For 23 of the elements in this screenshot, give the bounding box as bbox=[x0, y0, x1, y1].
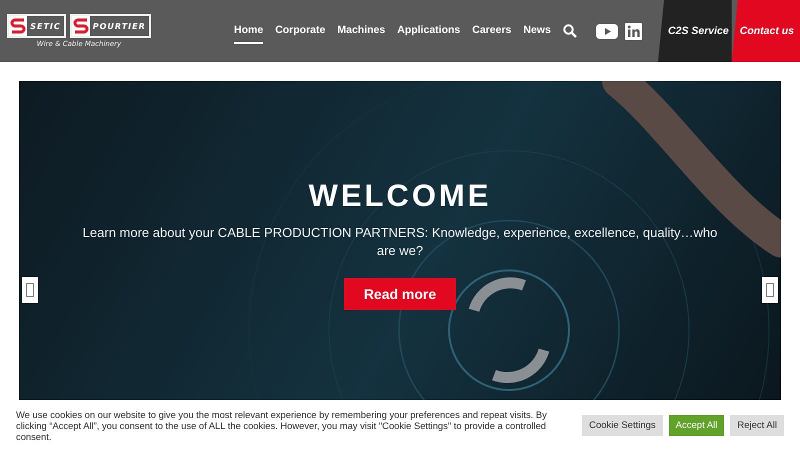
linkedin-icon[interactable] bbox=[625, 22, 642, 40]
nav-link[interactable]: Machines bbox=[337, 18, 386, 44]
nav-link[interactable]: Applications bbox=[397, 18, 460, 44]
previous-slide-button[interactable] bbox=[22, 277, 38, 303]
read-more-button[interactable]: Read more bbox=[344, 278, 456, 310]
cookie-button[interactable]: Reject All bbox=[730, 414, 784, 436]
search-icon[interactable] bbox=[562, 24, 577, 38]
nav-link[interactable]: Corporate bbox=[275, 18, 326, 44]
hero-title: WELCOME bbox=[308, 178, 492, 214]
pourtier-logo[interactable]: POURTIER bbox=[70, 14, 151, 38]
cookie-button[interactable]: Cookie Settings bbox=[582, 414, 663, 436]
image-icon bbox=[26, 283, 34, 297]
youtube-icon[interactable] bbox=[596, 24, 618, 38]
nav-link[interactable]: Home bbox=[234, 18, 264, 44]
cookie-text: We use cookies on our website to give you the most relevant experience by remembering your preferences and repeat visits. By clicking “Accept All”, you consent to the use of ALL the cookies. However, you may visit "Cookie Settings" to provide a controlled consent. bbox=[16, 408, 548, 442]
nav-link[interactable]: News bbox=[523, 18, 551, 44]
next-slide-button[interactable] bbox=[762, 277, 778, 303]
setic-logo[interactable]: SETIC bbox=[7, 14, 66, 38]
header-link[interactable]: C2S Service bbox=[658, 0, 732, 62]
nav-link[interactable]: Careers bbox=[472, 18, 512, 44]
header-link[interactable]: Contact us bbox=[732, 0, 800, 62]
image-icon bbox=[766, 283, 774, 297]
hero-text: Learn more about your CABLE PRODUCTION PARTNERS: Knowledge, experience, excellence, quality…who are we? bbox=[82, 224, 718, 260]
